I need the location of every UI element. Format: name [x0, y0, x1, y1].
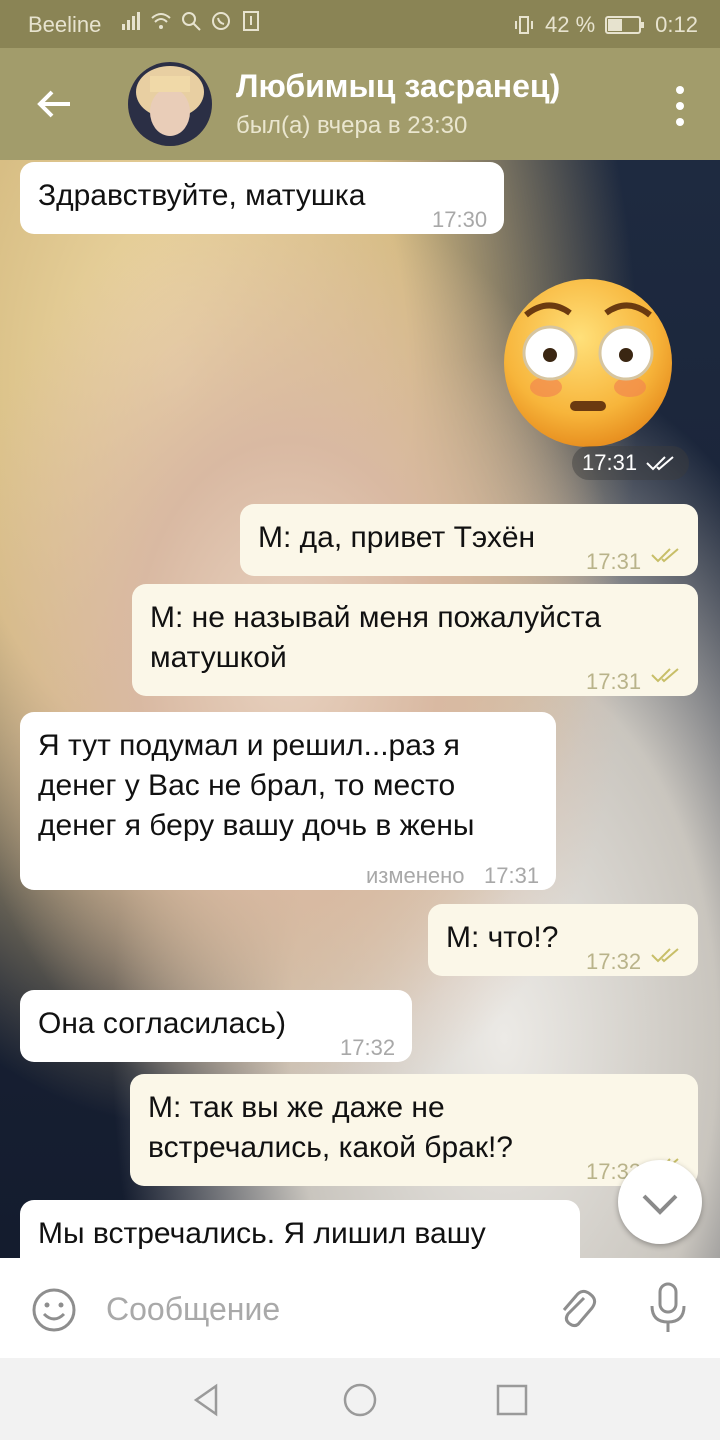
- status-bar: Beeline 42 % 0:12: [0, 0, 720, 48]
- message-edited-label: изменено: [366, 863, 465, 888]
- search-icon: [182, 12, 201, 31]
- message-time: 17:31: [484, 863, 540, 888]
- more-options-icon[interactable]: [670, 84, 690, 128]
- message-outgoing[interactable]: М: не называй меня пожалуйста матушкой 1…: [132, 584, 698, 696]
- home-circle-icon[interactable]: [342, 1382, 378, 1418]
- message-time: 17:30: [432, 207, 488, 232]
- message-incoming[interactable]: Здравствуйте, матушка 17:30: [20, 162, 504, 234]
- message-text: Здравствуйте, матушка: [38, 179, 366, 212]
- clock: 0:12: [655, 12, 698, 37]
- carrier-name: Beeline: [28, 12, 102, 37]
- wifi-icon: [151, 13, 171, 29]
- double-check-icon: [651, 548, 679, 563]
- scroll-to-bottom-button[interactable]: [618, 1160, 702, 1244]
- recents-square-icon[interactable]: [494, 1382, 530, 1418]
- message-outgoing[interactable]: М: так вы же даже не встречались, какой …: [130, 1074, 698, 1186]
- avatar[interactable]: [128, 62, 212, 146]
- message-input-bar: [0, 1258, 720, 1358]
- message-outgoing[interactable]: М: да, привет Тэхён 17:31: [240, 504, 698, 576]
- message-text: Мы встречались. Я лишил вашу: [38, 1217, 486, 1250]
- last-seen-status: был(а) вчера в 23:30: [236, 112, 468, 139]
- signal-icon: [122, 12, 140, 30]
- emoji-icon[interactable]: [30, 1286, 78, 1334]
- message-text: М: да, привет Тэхён: [258, 521, 536, 554]
- message-time: 17:31: [586, 669, 642, 694]
- download-icon: [243, 11, 259, 31]
- battery-icon: [605, 16, 645, 34]
- message-incoming[interactable]: Я тут подумал и решил...раз я денег у Ва…: [20, 712, 556, 890]
- message-time: 17:32: [340, 1035, 396, 1060]
- message-input[interactable]: [104, 1284, 528, 1334]
- chat-title[interactable]: Любимыц засранец): [236, 68, 560, 105]
- battery-percent: 42 %: [545, 12, 596, 37]
- sticker-time: 17:31: [572, 446, 690, 480]
- message-text: М: что!?: [446, 921, 559, 954]
- whatsapp-icon: [212, 12, 230, 30]
- paperclip-icon[interactable]: [552, 1284, 600, 1332]
- vibrate-icon: [515, 16, 534, 34]
- microphone-icon[interactable]: [646, 1282, 690, 1334]
- chevron-down-icon: [642, 1194, 678, 1215]
- message-time: 17:32: [586, 949, 642, 974]
- double-check-icon: [651, 948, 679, 963]
- double-check-icon: [651, 668, 679, 683]
- message-text: Она согласилась): [38, 1007, 286, 1040]
- double-check-icon: [646, 456, 674, 471]
- back-arrow-icon[interactable]: [30, 80, 78, 128]
- chat-header: Любимыц засранец) был(а) вчера в 23:30: [0, 48, 720, 160]
- message-outgoing[interactable]: М: что!? 17:32: [428, 904, 698, 976]
- back-triangle-icon[interactable]: [188, 1382, 224, 1418]
- message-incoming[interactable]: Она согласилась) 17:32: [20, 990, 412, 1062]
- message-text: Я тут подумал и решил...раз я денег у Ва…: [38, 729, 475, 842]
- flushed-face-sticker[interactable]: [500, 275, 676, 451]
- message-time: 17:31: [586, 549, 642, 574]
- system-navigation-bar: [0, 1358, 720, 1440]
- message-text: М: так вы же даже не встречались, какой …: [148, 1091, 513, 1164]
- message-incoming[interactable]: Мы встречались. Я лишил вашу: [20, 1200, 580, 1258]
